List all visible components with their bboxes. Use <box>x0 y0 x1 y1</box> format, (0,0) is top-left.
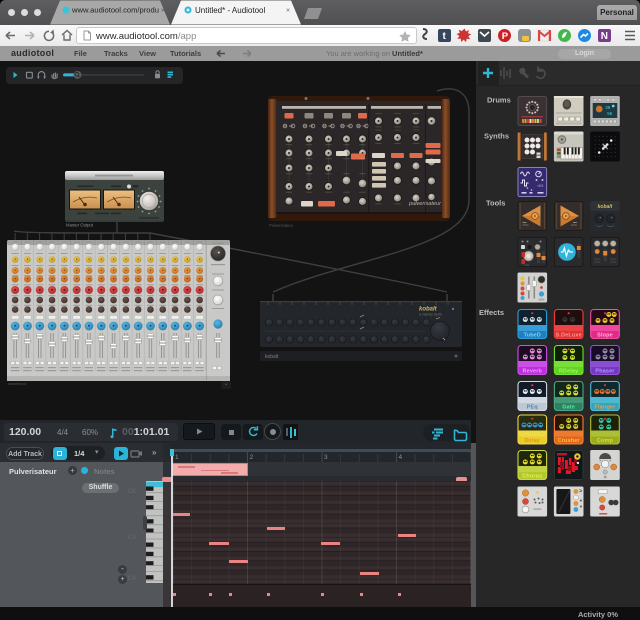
svg-text:Synths: Synths <box>484 132 509 141</box>
svg-text:×: × <box>286 8 290 15</box>
svg-text:×: × <box>161 8 165 15</box>
svg-text:Comp: Comp <box>597 438 614 444</box>
svg-text:3: 3 <box>324 454 328 461</box>
svg-text:Crusher: Crusher <box>558 438 581 444</box>
svg-text:Untitled* - Audiotool: Untitled* - Audiotool <box>195 6 265 15</box>
svg-text:Master Output: Master Output <box>66 223 94 228</box>
svg-text:1: 1 <box>175 454 179 461</box>
svg-text:kobalt: kobalt <box>265 354 279 360</box>
svg-text:Gate: Gate <box>562 405 575 411</box>
svg-text:39: 39 <box>605 105 611 110</box>
svg-text:4: 4 <box>399 454 403 461</box>
svg-text:Tools: Tools <box>486 199 505 208</box>
svg-text:Flanger: Flanger <box>595 405 617 411</box>
svg-text:www.audiotool.com/produ: www.audiotool.com/produ <box>71 6 159 15</box>
svg-text:Pulverisateur: Pulverisateur <box>269 223 294 228</box>
svg-text:a melody synth: a melody synth <box>419 313 442 317</box>
svg-text:2: 2 <box>250 454 254 461</box>
svg-text:Phaser: Phaser <box>595 369 615 375</box>
svg-text:S.DeLuxe: S.DeLuxe <box>556 333 582 339</box>
svg-text:PEq: PEq <box>527 405 538 411</box>
svg-text:56: 56 <box>607 111 613 116</box>
svg-text:kobalt: kobalt <box>598 204 613 210</box>
svg-text:Chorus: Chorus <box>522 474 542 480</box>
svg-text:Delay: Delay <box>525 438 540 444</box>
svg-text:rasselbock: rasselbock <box>8 382 26 386</box>
svg-text:pulverisateur: pulverisateur <box>408 201 442 207</box>
svg-text:Slope: Slope <box>597 333 613 339</box>
svg-text:N: N <box>601 31 608 42</box>
svg-text:Drums: Drums <box>487 96 511 105</box>
svg-text:www.audiotool.com/app: www.audiotool.com/app <box>95 31 196 42</box>
svg-text:TubeD: TubeD <box>524 333 541 339</box>
svg-text:Effects: Effects <box>479 308 504 317</box>
svg-text:▪03: ▪03 <box>538 183 545 188</box>
svg-text:RDelay: RDelay <box>559 369 578 375</box>
svg-text:Reverb: Reverb <box>523 369 543 375</box>
svg-text:P: P <box>502 31 509 42</box>
svg-text:mix: mix <box>525 263 530 267</box>
